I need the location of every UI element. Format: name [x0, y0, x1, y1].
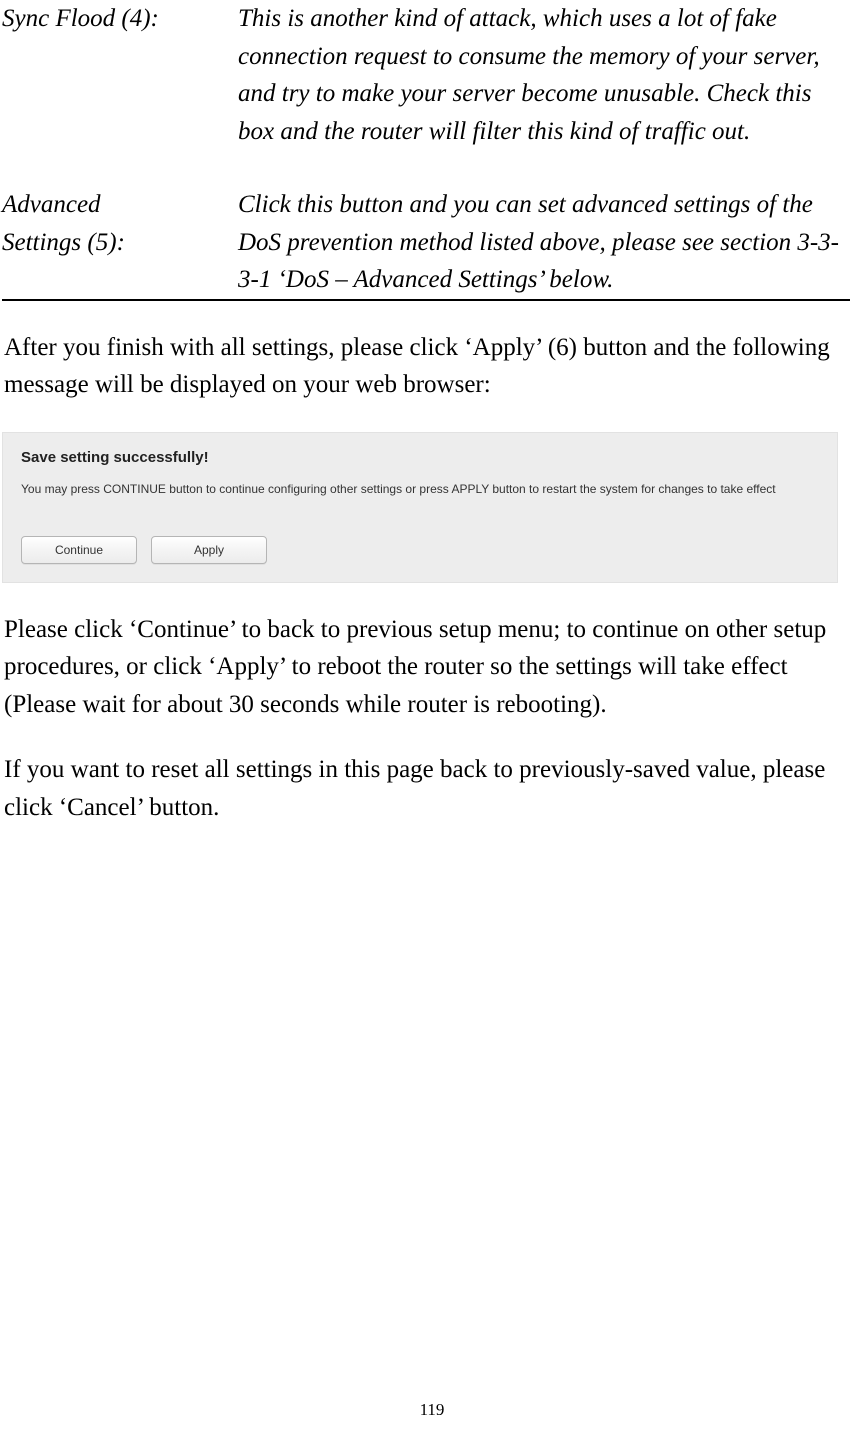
definition-table: Sync Flood (4): This is another kind of …: [2, 0, 850, 301]
save-confirmation-screenshot: Save setting successfully! You may press…: [2, 432, 838, 583]
paragraph-cancel-instruction: If you want to reset all settings in thi…: [4, 751, 848, 826]
page-number: 119: [0, 1400, 864, 1420]
apply-button[interactable]: Apply: [151, 536, 267, 564]
save-success-title: Save setting successfully!: [21, 449, 819, 466]
definition-row-sync-flood: Sync Flood (4): This is another kind of …: [2, 0, 850, 150]
term-advanced-settings: Advanced Settings (5):: [2, 186, 238, 300]
continue-button[interactable]: Continue: [21, 536, 137, 564]
desc-advanced-settings: Click this button and you can set advanc…: [238, 186, 850, 300]
paragraph-continue-instruction: Please click ‘Continue’ to back to previ…: [4, 611, 848, 724]
term-sync-flood: Sync Flood (4):: [2, 0, 238, 150]
definition-row-advanced-settings: Advanced Settings (5): Click this button…: [2, 186, 850, 300]
desc-sync-flood: This is another kind of attack, which us…: [238, 0, 850, 150]
paragraph-apply-instruction: After you finish with all settings, plea…: [4, 329, 848, 404]
save-success-subtext: You may press CONTINUE button to continu…: [21, 480, 819, 498]
save-success-buttons: Continue Apply: [21, 536, 819, 564]
